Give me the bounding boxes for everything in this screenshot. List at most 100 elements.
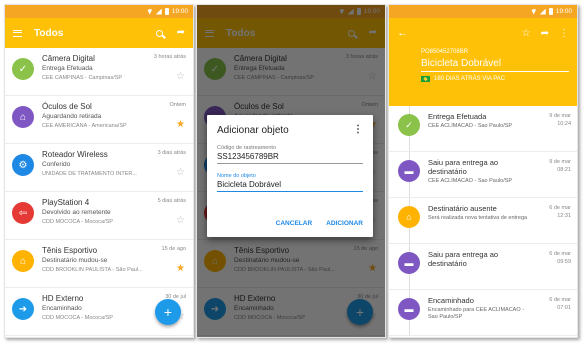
delivered-icon: ✓ xyxy=(12,58,34,80)
page-title: Todos xyxy=(34,27,64,39)
item-location: CDD BROOKLIN PAULISTA - São Paul... xyxy=(42,267,143,273)
event-description: CEE ACLIMACAO - Sao Paulo/SP xyxy=(428,123,513,129)
star-outline-icon[interactable]: ☆ xyxy=(522,28,531,39)
star-filled-icon[interactable]: ★ xyxy=(176,264,185,274)
timeline-event: ⌂ Destinatário ausente Será realizada nova… xyxy=(389,198,577,244)
star-outline-icon[interactable]: ☆ xyxy=(176,216,185,226)
add-button[interactable]: ADICIONAR xyxy=(326,220,363,227)
item-status: Destinatário mudou-se xyxy=(42,257,108,264)
list-item[interactable]: ⌂Óculos de SolAguardando retiradaCEE AME… xyxy=(5,96,193,144)
wifi-icon xyxy=(530,8,537,15)
delivered-icon: ✓ xyxy=(398,114,420,136)
list-item[interactable]: ✓Câmera DigitalEntrega EfetuadaCEE CAMPI… xyxy=(5,48,193,96)
item-location: CDD MOCOCA - Mococa/SP xyxy=(42,315,113,321)
app-bar: Todos ➦ xyxy=(5,18,193,48)
event-time: 08:21 xyxy=(557,167,571,173)
event-time: 10:24 xyxy=(557,121,571,127)
item-location: CEE AMERICANA - Americana/SP xyxy=(42,123,127,129)
list-item[interactable]: ⌂Tênis EsportivoDestinatário mudou-seCDD… xyxy=(5,240,193,288)
event-description: CEE ACLIMACAO - Sao Paulo/SP xyxy=(428,178,513,184)
object-name-input[interactable]: Bicicleta Dobrável xyxy=(217,179,363,192)
signal-icon xyxy=(539,8,546,15)
object-name-edit[interactable]: Bicicleta Dobrável xyxy=(421,58,569,72)
home-icon: ⌂ xyxy=(398,206,420,228)
timeline-event: ▬ Encaminhado Encaminhado para CEE ACLIMAC… xyxy=(389,290,577,336)
detail-app-bar: ← ☆ ➦ ⋮ xyxy=(389,18,577,48)
item-status: Conferido xyxy=(42,161,71,168)
event-date: 9 de mar xyxy=(549,113,571,119)
event-datetime: 6 de mar 07:01 xyxy=(549,296,571,312)
event-description: Encaminhado para CEE ACLIMACAO - Sao Pau… xyxy=(428,307,524,320)
battery-icon xyxy=(548,8,553,15)
shipping-summary-text: 160 DIAS ATRÁS VIA PAC xyxy=(434,76,506,82)
event-time: 12:31 xyxy=(557,213,571,219)
status-bar: 19:00 xyxy=(389,5,577,18)
phone-detail-screen: 19:00 ← ☆ ➦ ⋮ PO850452708BR Bicicleta Do… xyxy=(388,4,578,338)
star-filled-icon[interactable]: ★ xyxy=(176,120,185,130)
event-datetime: 6 de mar 12:31 xyxy=(549,204,571,220)
signal-icon xyxy=(155,8,162,15)
menu-icon[interactable] xyxy=(13,29,22,37)
event-title: Encaminhado xyxy=(428,296,474,305)
status-time: 19:00 xyxy=(171,8,188,15)
dialog-title: Adicionar objeto xyxy=(217,125,289,136)
dialog-actions: CANCELAR ADICIONAR xyxy=(276,220,363,227)
battery-icon xyxy=(164,8,169,15)
phone-list-screen: 19:00 Todos ➦ ✓ Câmera Digital Entrega Efe… xyxy=(4,4,194,338)
tracking-code: PO850452708BR xyxy=(421,49,469,55)
event-description: Será realizada nova tentativa de entrega xyxy=(428,215,528,221)
timeline-event: ✓ Entrega Efetuada CEE ACLIMACAO - Sao Pau… xyxy=(389,106,577,152)
event-title: Saiu para entrega ao destinatário xyxy=(428,158,499,176)
item-time: Ontem xyxy=(169,102,186,108)
item-time: 3 dias atrás xyxy=(157,150,186,156)
tracking-code-input[interactable]: SS123456789BR xyxy=(217,151,363,164)
item-status: Devolvido ao remetente xyxy=(42,209,111,216)
add-object-dialog: Adicionar objeto ⋮ Código de rastreament… xyxy=(207,115,373,237)
share-icon[interactable]: ➦ xyxy=(541,28,549,39)
more-vert-icon[interactable]: ⋮ xyxy=(559,28,569,39)
status-bar: 19:00 xyxy=(5,5,193,18)
event-title: Destinatário ausente xyxy=(428,204,497,213)
event-title: Entrega Efetuada xyxy=(428,112,487,121)
status-time: 19:00 xyxy=(555,8,572,15)
item-status: Aguardando retirada xyxy=(42,113,102,120)
brazil-flag-icon xyxy=(421,76,430,82)
item-location: UNIDADE DE TRATAMENTO INTER... xyxy=(42,171,137,177)
list-item[interactable]: ⚙Roteador WirelessConferidoUNIDADE DE TR… xyxy=(5,144,193,192)
truck-icon: ▬ xyxy=(398,298,420,320)
truck-icon: ▬ xyxy=(398,252,420,274)
moved-icon: ⌂ xyxy=(12,250,34,272)
package-list: ✓Câmera DigitalEntrega EfetuadaCEE CAMPI… xyxy=(5,48,193,336)
event-datetime: 9 de mar 08:21 xyxy=(549,158,571,174)
event-title: Saiu para entrega ao destinatário xyxy=(428,250,499,268)
checked-icon: ⚙ xyxy=(12,154,34,176)
forwarded-icon: ➜ xyxy=(12,298,34,320)
star-outline-icon[interactable]: ☆ xyxy=(176,72,185,82)
returned-icon: ⇦ xyxy=(12,202,34,224)
back-arrow-icon[interactable]: ← xyxy=(397,27,522,39)
search-icon[interactable] xyxy=(155,29,163,37)
add-package-button[interactable]: + xyxy=(155,299,181,325)
cancel-button[interactable]: CANCELAR xyxy=(276,220,312,227)
event-time: 09:59 xyxy=(557,259,571,265)
truck-icon: ▬ xyxy=(398,160,420,182)
phone-dialog-screen: 19:00 Todos ➦ ✓Câmera DigitalEntrega Efe… xyxy=(196,4,386,338)
shipping-summary: 160 DIAS ATRÁS VIA PAC xyxy=(421,76,577,82)
tracking-timeline: ✓ Entrega Efetuada CEE ACLIMACAO - Sao Pau… xyxy=(389,106,577,336)
event-datetime: 6 de mar 09:59 xyxy=(549,250,571,266)
waiting-pickup-icon: ⌂ xyxy=(12,106,34,128)
event-datetime: 9 de mar 10:24 xyxy=(549,112,571,128)
event-date: 6 de mar xyxy=(549,251,571,257)
more-vert-icon[interactable]: ⋮ xyxy=(353,124,363,135)
event-date: 6 de mar xyxy=(549,297,571,303)
item-status: Entrega Efetuada xyxy=(42,65,93,72)
star-outline-icon[interactable]: ☆ xyxy=(176,168,185,178)
object-name-field[interactable]: Nome do objeto Bicicleta Dobrável xyxy=(217,173,363,192)
event-time: 07:01 xyxy=(557,305,571,311)
item-location: CEE CAMPINAS - Campinas/SP xyxy=(42,75,123,81)
item-time: 5 dias atrás xyxy=(157,198,186,204)
share-icon[interactable]: ➦ xyxy=(177,28,185,38)
detail-header: ← ☆ ➦ ⋮ PO850452708BR Bicicleta Dobrável… xyxy=(389,18,577,106)
tracking-code-field[interactable]: Código de rastreamento SS123456789BR xyxy=(217,145,363,164)
list-item[interactable]: ⇦PlayStation 4Devolvido ao remetenteCDD … xyxy=(5,192,193,240)
